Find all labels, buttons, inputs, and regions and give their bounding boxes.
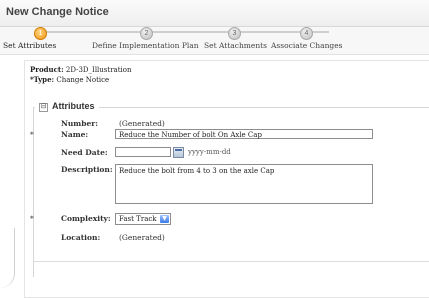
calendar-icon[interactable] — [173, 147, 184, 158]
left-frame-edge — [0, 228, 15, 288]
product-line: Product: 2D-3D_Illustration — [30, 65, 132, 74]
collapse-icon[interactable]: ⊟ — [39, 103, 48, 112]
description-label: Description: — [61, 165, 113, 174]
step-2-icon: 2 — [140, 27, 153, 40]
step-4-icon: 4 — [300, 27, 313, 40]
step-3-label: Set Attachments — [204, 41, 268, 50]
location-row: Location: (Generated) — [25, 233, 425, 245]
window-title: New Change Notice — [6, 6, 109, 18]
description-row: Description: Reduce the bolt from 4 to 3… — [25, 164, 425, 207]
type-label: *Type: — [30, 75, 55, 84]
wizard-steps: 1 Set Attributes 2 Define Implementation… — [0, 27, 429, 55]
step-1-label: Set Attributes — [3, 41, 57, 50]
window-titlebar: New Change Notice — [0, 0, 429, 27]
step-3-icon: 3 — [228, 27, 241, 40]
attributes-legend[interactable]: ⊟ Attributes — [35, 101, 99, 112]
number-label: Number: — [61, 119, 98, 128]
location-label: Location: — [61, 233, 101, 242]
complexity-label: Complexity: — [61, 214, 111, 223]
step-4-label: Associate Changes — [271, 41, 343, 50]
complexity-selected-value: Fast Track — [119, 215, 157, 223]
name-row: * Name: Reduce the Number of bolt On Axl… — [25, 129, 425, 142]
need-date-input[interactable] — [115, 147, 171, 157]
product-value: 2D-3D_Illustration — [65, 66, 132, 74]
product-label: Product: — [30, 65, 64, 74]
number-value: (Generated) — [119, 119, 165, 128]
form-divider — [33, 261, 429, 262]
description-textarea[interactable]: Reduce the bolt from 4 to 3 on the axle … — [115, 164, 373, 204]
type-value: Change Notice — [56, 76, 110, 84]
name-input[interactable]: Reduce the Number of bolt On Axle Cap — [115, 129, 373, 139]
steps-track — [38, 31, 329, 33]
need-date-label: Need Date: — [61, 148, 108, 157]
complexity-required-marker: * — [30, 214, 34, 223]
step-2-label: Define Implementation Plan — [92, 41, 199, 50]
type-line: *Type: Change Notice — [30, 75, 109, 84]
complexity-row: * Complexity: Fast Track ▼ — [25, 213, 425, 226]
name-label: Name: — [61, 130, 89, 139]
chevron-down-icon[interactable]: ▼ — [160, 215, 169, 223]
need-date-format-hint: yyyy-mm-dd — [188, 148, 231, 156]
need-date-row: Need Date: yyyy-mm-dd — [25, 147, 425, 160]
name-required-marker: * — [30, 130, 34, 139]
attributes-legend-text: Attributes — [52, 101, 95, 111]
step-1-icon: 1 — [34, 27, 47, 40]
complexity-select[interactable]: Fast Track ▼ — [115, 213, 171, 225]
form-panel: Product: 2D-3D_Illustration *Type: Chang… — [24, 60, 429, 298]
location-value: (Generated) — [119, 233, 165, 242]
